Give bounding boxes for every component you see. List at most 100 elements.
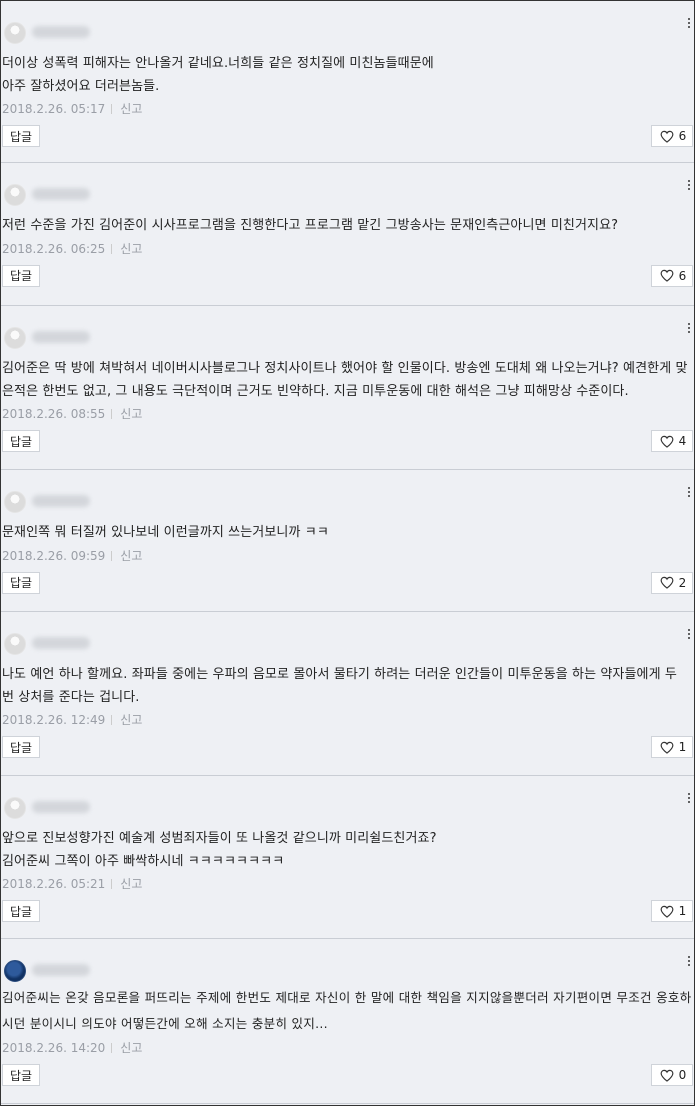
avatar[interactable] [4, 960, 26, 982]
more-options-icon[interactable] [688, 18, 691, 31]
more-options-icon[interactable] [688, 487, 691, 500]
comment-text: 앞으로 진보성향가진 예술계 성범죄자들이 또 나올것 같으니까 미리쉴드친거죠… [2, 831, 437, 869]
report-link[interactable]: 신고 [120, 1041, 142, 1055]
comment-meta: 2018.2.26. 08:55 신고 [2, 405, 694, 423]
heart-icon [660, 576, 674, 589]
comment-header [2, 939, 694, 982]
like-button[interactable]: 0 [651, 1064, 693, 1086]
like-button[interactable]: 1 [651, 736, 693, 758]
comment-actions: 답글 1 [2, 729, 694, 774]
comment-item: 더이상 성폭력 피해자는 안나올거 같네요.너희들 같은 정치질에 미친놈들때문… [1, 1, 694, 163]
reply-label: 답글 [9, 576, 33, 590]
reply-button[interactable]: 답글 [2, 736, 40, 758]
avatar[interactable] [4, 22, 26, 44]
comment-item: 저런 수준을 가진 김어준이 시사프로그램을 진행한다고 프로그램 맡긴 그방송… [1, 163, 694, 306]
comment-text: 나도 예언 하나 할께요. 좌파들 중에는 우파의 음모로 몰아서 물타기 하려… [2, 667, 682, 705]
comment-meta: 2018.2.26. 05:17 신고 [2, 100, 694, 118]
report-link[interactable]: 신고 [120, 549, 142, 563]
comment-actions: 답글 6 [2, 258, 694, 303]
comment-actions: 답글 6 [2, 118, 694, 163]
report-link[interactable]: 신고 [120, 713, 142, 727]
comment-text: 더이상 성폭력 피해자는 안나올거 같네요.너희들 같은 정치질에 미친놈들때문… [2, 56, 434, 94]
reply-button[interactable]: 답글 [2, 264, 40, 287]
reply-label: 답글 [9, 434, 33, 449]
reply-button[interactable]: 답글 [2, 430, 40, 452]
comment-time: 2018.2.26. 14:20 [2, 1041, 106, 1055]
comment-item: 앞으로 진보성향가진 예술계 성범죄자들이 또 나올것 같으니까 미리쉴드친거죠… [1, 776, 694, 939]
like-count: 2 [678, 575, 687, 590]
reply-label: 답글 [9, 904, 33, 919]
avatar[interactable] [4, 327, 26, 349]
reply-label: 답글 [9, 1068, 33, 1083]
nickname-blurred [32, 801, 90, 813]
reply-label: 답글 [9, 129, 33, 144]
comment-item: 나도 예언 하나 할께요. 좌파들 중에는 우파의 음모로 몰아서 물타기 하려… [1, 612, 694, 776]
comment-actions: 답글 1 [2, 893, 694, 938]
comment-actions: 답글 0 [2, 1057, 694, 1102]
comment-item: 문재인쪽 뭐 터질꺼 있나보네 이런글까지 쓰는거보니까 ㅋㅋ 2018.2.2… [1, 470, 694, 612]
comment-item: 김어준은 딱 방에 쳐박혀서 네이버시사블로그나 정치사이트나 했어야 할 인물… [1, 306, 694, 470]
comment-header [2, 776, 694, 819]
like-count: 1 [678, 740, 687, 754]
reply-button[interactable]: 답글 [2, 571, 40, 594]
meta-divider [111, 104, 113, 114]
avatar[interactable] [4, 633, 26, 655]
like-count: 6 [678, 129, 687, 143]
like-count: 0 [678, 1068, 687, 1082]
avatar[interactable] [4, 184, 26, 206]
heart-icon [660, 269, 674, 282]
comment-text: 문재인쪽 뭐 터질꺼 있나보네 이런글까지 쓰는거보니까 ㅋㅋ [2, 525, 329, 540]
meta-divider [111, 243, 113, 254]
more-options-icon[interactable] [688, 629, 691, 642]
report-link[interactable]: 신고 [120, 242, 142, 256]
like-count: 6 [678, 268, 687, 283]
nickname-blurred [32, 964, 90, 976]
report-link[interactable]: 신고 [120, 407, 142, 421]
more-options-icon[interactable] [688, 956, 691, 969]
comment-header [2, 1, 694, 44]
comment-meta: 2018.2.26. 09:59 신고 [2, 547, 694, 565]
comment-time: 2018.2.26. 05:17 [2, 102, 106, 116]
comment-time: 2018.2.26. 09:59 [2, 548, 106, 563]
comment-meta: 2018.2.26. 14:20 신고 [2, 1039, 694, 1057]
heart-icon [660, 1069, 674, 1082]
comment-time: 2018.2.26. 08:55 [2, 407, 106, 421]
comment-header [2, 306, 694, 349]
like-button[interactable]: 6 [651, 125, 693, 147]
comment-time: 2018.2.26. 05:21 [2, 877, 106, 891]
comment-meta: 2018.2.26. 06:25 신고 [2, 240, 694, 258]
reply-button[interactable]: 답글 [2, 1064, 40, 1086]
meta-divider [111, 550, 113, 561]
comment-text: 김어준씨는 온갖 음모론을 퍼뜨리는 주제에 한번도 제대로 자신이 한 말에 … [2, 990, 692, 1031]
reply-label: 답글 [9, 740, 33, 755]
heart-icon [660, 435, 674, 448]
avatar[interactable] [4, 491, 26, 513]
comment-text: 저런 수준을 가진 김어준이 시사프로그램을 진행한다고 프로그램 맡긴 그방송… [2, 218, 619, 233]
avatar[interactable] [4, 797, 26, 819]
like-button[interactable]: 4 [651, 430, 693, 452]
comment-header [2, 470, 694, 513]
reply-button[interactable]: 답글 [2, 125, 40, 147]
comment-text: 김어준은 딱 방에 쳐박혀서 네이버시사블로그나 정치사이트나 했어야 할 인물… [2, 361, 688, 399]
comment-actions: 답글 2 [2, 565, 694, 610]
reply-label: 답글 [9, 269, 33, 283]
more-options-icon[interactable] [688, 793, 691, 806]
reply-button[interactable]: 답글 [2, 900, 40, 922]
comment-actions: 답글 4 [2, 423, 694, 468]
like-count: 1 [678, 904, 687, 918]
report-link[interactable]: 신고 [120, 102, 142, 116]
nickname-blurred [32, 26, 90, 38]
comment-meta: 2018.2.26. 12:49 신고 [2, 711, 694, 729]
like-button[interactable]: 6 [651, 264, 693, 287]
meta-divider [111, 1043, 113, 1053]
nickname-blurred [32, 637, 90, 649]
comment-time: 2018.2.26. 06:25 [2, 241, 106, 256]
more-options-icon[interactable] [688, 180, 691, 193]
report-link[interactable]: 신고 [120, 877, 142, 891]
meta-divider [111, 715, 113, 725]
comment-header [2, 163, 694, 206]
like-button[interactable]: 1 [651, 900, 693, 922]
more-options-icon[interactable] [688, 323, 691, 336]
like-button[interactable]: 2 [651, 571, 693, 594]
nickname-blurred [32, 331, 90, 343]
